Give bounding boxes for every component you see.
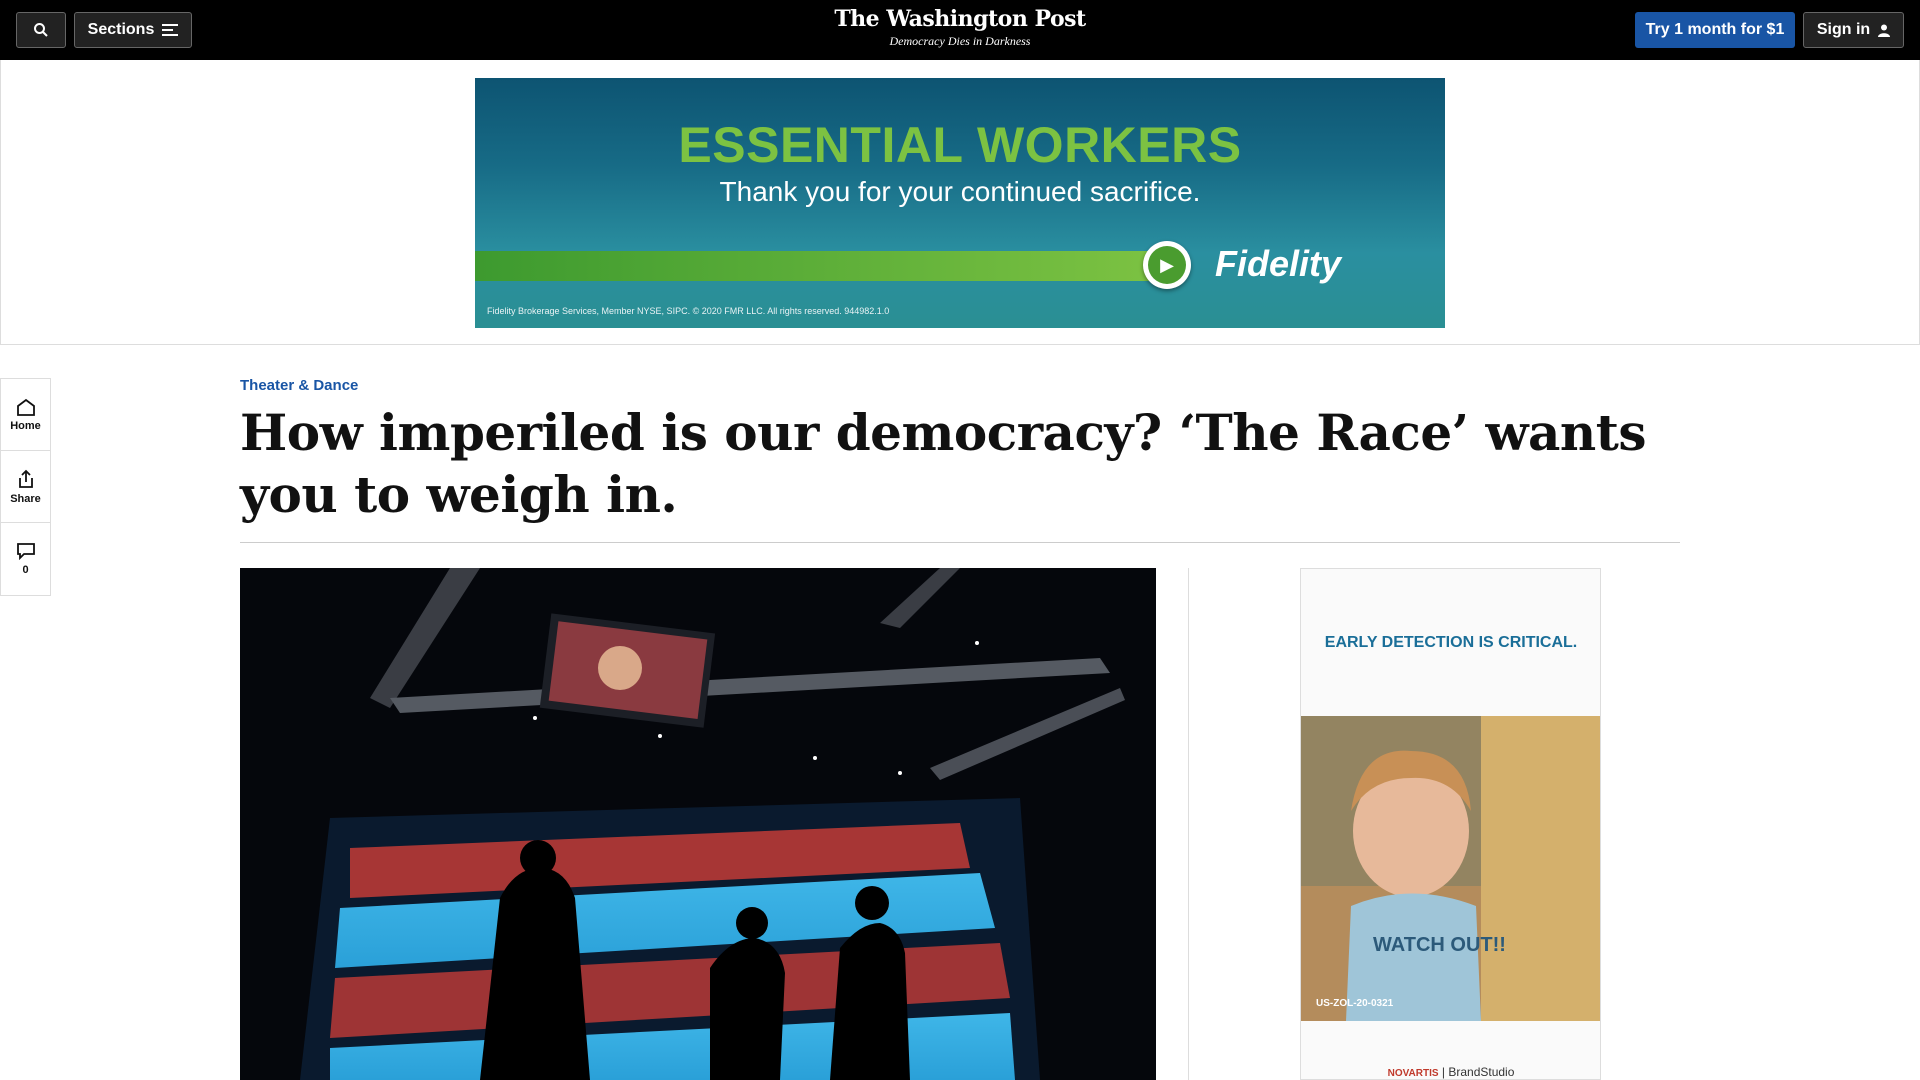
home-icon [16,398,35,416]
rail-share-button[interactable]: Share [1,451,50,523]
sign-in-button[interactable]: Sign in [1803,12,1904,48]
site-tagline: Democracy Dies in Darkness [889,34,1031,48]
ad-headline: ESSENTIAL WORKERS [678,117,1242,173]
sign-in-label: Sign in [1816,21,1871,38]
search-button[interactable] [16,12,66,48]
column-divider [1188,568,1189,1080]
ad-brand-logo: Fidelity [1215,243,1342,284]
headline-divider [240,542,1680,543]
side-ad-novartis[interactable]: EARLY DETECTION IS CRITICAL. WATCH OUT!!… [1300,568,1601,1080]
brandstudio-logo: BrandStudio [1448,1065,1515,1079]
rail-home-button[interactable]: Home [1,379,50,451]
subscribe-button[interactable]: Try 1 month for $1 [1635,12,1795,48]
user-icon [1878,24,1891,37]
comment-icon [16,543,35,560]
site-logo[interactable]: The Washington Post [760,6,1160,32]
ad-subline: Thank you for your continued sacrifice. [719,176,1201,207]
rail-home-label: Home [10,419,41,432]
play-icon: ▶ [1148,246,1186,284]
top-navigation-bar: Sections The Washington Post Democracy D… [0,0,1920,60]
article-kicker[interactable]: Theater & Dance [240,377,358,394]
fidelity-ad-banner[interactable]: ESSENTIAL WORKERS Thank you for your con… [475,78,1445,328]
search-icon [34,23,48,37]
ad-fineprint: Fidelity Brokerage Services, Member NYSE… [487,306,890,316]
ad-green-bar [475,251,1155,281]
shirt-text: WATCH OUT!! [1373,934,1506,956]
article-headline: How imperiled is our democracy? ‘The Rac… [240,403,1647,524]
ad-code: US-ZOL-20-0321 [1316,998,1394,1009]
menu-icon [162,24,179,36]
masthead[interactable]: The Washington Post Democracy Dies in Da… [760,6,1160,49]
side-ad-headline: EARLY DETECTION IS CRITICAL. [1324,634,1578,651]
page: Sections The Washington Post Democracy D… [0,0,1920,1080]
child-photo: WATCH OUT!! US-ZOL-20-0321 [1301,716,1600,1021]
lead-image[interactable] [240,568,1156,1080]
stage-photo [240,568,1156,1080]
rail-comments-count: 0 [22,564,29,576]
article-share-rail: Home Share 0 [0,378,51,596]
ad-play-button[interactable]: ▶ [1143,241,1191,289]
side-ad-footer: NOVARTIS | BrandStudio [1301,1065,1600,1079]
rail-comments-button[interactable]: 0 [1,523,50,595]
rail-share-label: Share [10,492,41,505]
share-icon [18,469,33,488]
sections-button[interactable]: Sections [74,12,192,48]
novartis-logo: NOVARTIS [1387,1068,1439,1079]
side-ad-photo: WATCH OUT!! US-ZOL-20-0321 [1301,716,1600,1021]
sections-label: Sections [87,21,155,38]
